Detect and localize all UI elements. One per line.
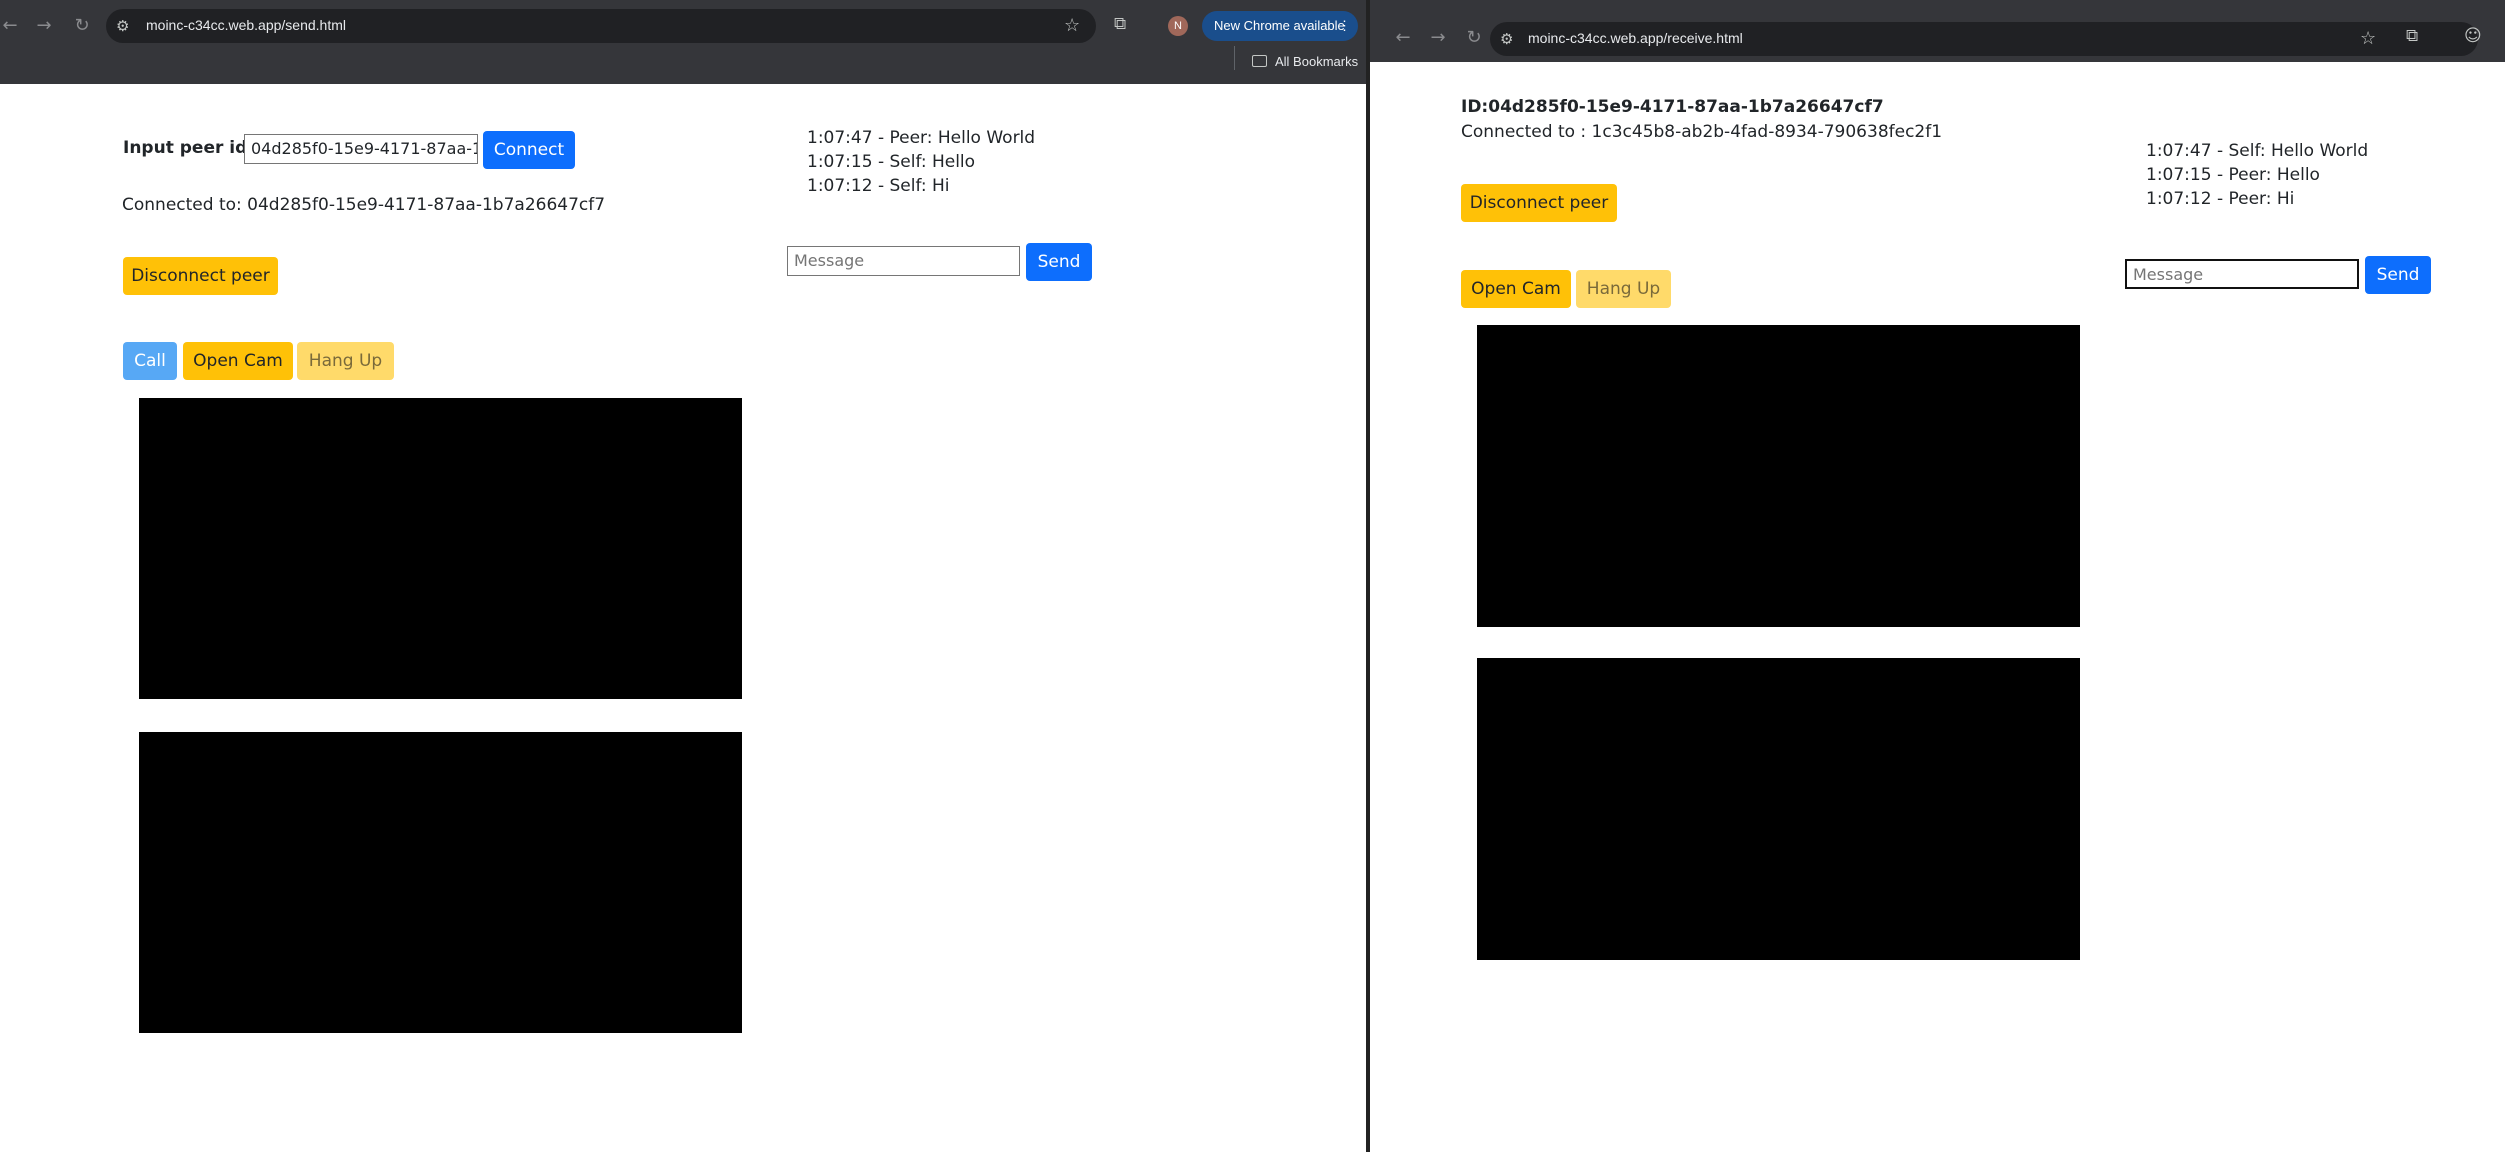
disconnect-peer-button[interactable]: Disconnect peer	[123, 257, 278, 295]
chat-message: 1:07:47 - Self: Hello World	[2146, 141, 2369, 161]
hang-up-button[interactable]: Hang Up	[297, 342, 394, 380]
url-text: moinc-c34cc.web.app/send.html	[146, 17, 346, 33]
receiver-window: ← → ↻ ⚙ moinc-c34cc.web.app/receive.html…	[1370, 0, 2505, 1152]
extensions-icon[interactable]: ⧉	[1114, 14, 1126, 34]
remote-video	[139, 732, 742, 1033]
peer-id-label: Input peer id	[123, 138, 248, 158]
back-arrow-icon[interactable]: ←	[0, 16, 20, 36]
star-icon[interactable]: ☆	[2360, 28, 2376, 49]
extensions-icon[interactable]: ⧉	[2406, 26, 2418, 46]
browser-toolbar: ← → ↻ ⚙ moinc-c34cc.web.app/send.html ☆ …	[0, 0, 1366, 84]
reload-icon[interactable]: ↻	[1464, 28, 1484, 48]
local-video	[1477, 325, 2080, 627]
connected-status: Connected to : 1c3c45b8-ab2b-4fad-8934-7…	[1461, 122, 1943, 142]
own-peer-id: ID:04d285f0-15e9-4171-87aa-1b7a26647cf7	[1461, 97, 1884, 117]
connected-status: Connected to: 04d285f0-15e9-4171-87aa-1b…	[122, 195, 606, 215]
open-cam-button[interactable]: Open Cam	[1461, 270, 1571, 308]
chat-message: 1:07:12 - Self: Hi	[807, 176, 950, 196]
peer-id-input[interactable]: 04d285f0-15e9-4171-87aa-1b7a26647cf7	[244, 134, 478, 164]
chat-message: 1:07:15 - Self: Hello	[807, 152, 976, 172]
address-bar[interactable]: ⚙ moinc-c34cc.web.app/send.html ☆	[106, 9, 1096, 43]
site-settings-icon[interactable]: ⚙	[116, 17, 129, 35]
url-text: moinc-c34cc.web.app/receive.html	[1528, 30, 1743, 46]
forward-arrow-icon[interactable]: →	[34, 16, 54, 36]
chat-message: 1:07:47 - Peer: Hello World	[807, 128, 1036, 148]
browser-toolbar: ← → ↻ ⚙ moinc-c34cc.web.app/receive.html…	[1370, 0, 2505, 62]
forward-arrow-icon[interactable]: →	[1428, 28, 1448, 48]
avatar[interactable]: N	[1168, 16, 1188, 36]
reload-icon[interactable]: ↻	[72, 16, 92, 36]
avatar-icon[interactable]: ☺	[2464, 26, 2482, 46]
send-button[interactable]: Send	[2365, 256, 2431, 294]
back-arrow-icon[interactable]: ←	[1393, 28, 1413, 48]
connect-button[interactable]: Connect	[483, 131, 575, 169]
message-input[interactable]: Message	[787, 246, 1020, 276]
chat-message: 1:07:12 - Peer: Hi	[2146, 189, 2295, 209]
remote-video	[1477, 658, 2080, 960]
folder-icon	[1252, 55, 1267, 67]
address-bar[interactable]: ⚙ moinc-c34cc.web.app/receive.html ☆	[1490, 22, 2478, 56]
disconnect-peer-button[interactable]: Disconnect peer	[1461, 184, 1617, 222]
hang-up-button[interactable]: Hang Up	[1576, 270, 1671, 308]
update-button[interactable]: New Chrome available ⋮	[1202, 11, 1358, 41]
menu-dots-icon[interactable]: ⋮	[1338, 11, 1351, 41]
bookmark-divider	[1234, 46, 1235, 70]
send-button[interactable]: Send	[1026, 243, 1092, 281]
message-input[interactable]: Message	[2125, 259, 2359, 289]
site-settings-icon[interactable]: ⚙	[1500, 30, 1513, 48]
bookmarks-label: All Bookmarks	[1275, 54, 1359, 69]
call-button[interactable]: Call	[123, 342, 177, 380]
sender-window: ← → ↻ ⚙ moinc-c34cc.web.app/send.html ☆ …	[0, 0, 1366, 1152]
chat-message: 1:07:15 - Peer: Hello	[2146, 165, 2320, 185]
star-icon[interactable]: ☆	[1064, 15, 1080, 36]
open-cam-button[interactable]: Open Cam	[183, 342, 293, 380]
local-video	[139, 398, 742, 699]
update-label: New Chrome available	[1214, 18, 1345, 33]
all-bookmarks[interactable]: All Bookmarks	[1252, 54, 1358, 69]
